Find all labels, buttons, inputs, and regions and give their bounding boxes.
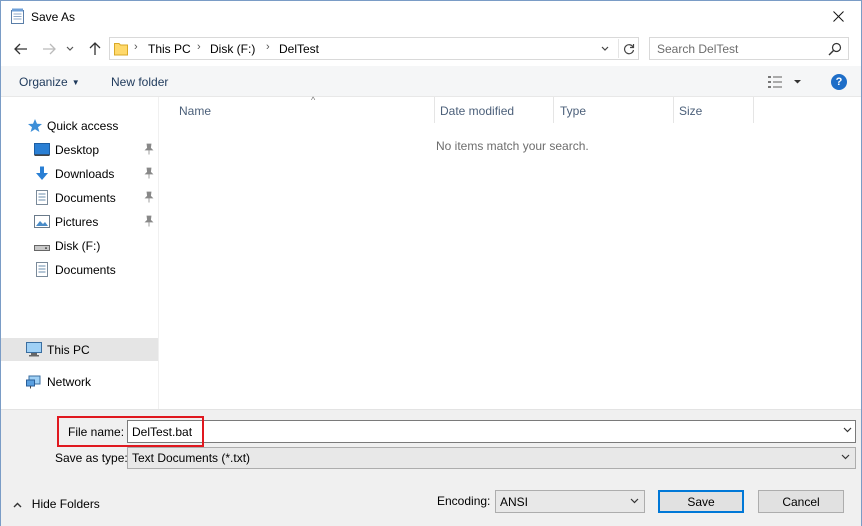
- column-label: Date modified: [440, 104, 515, 118]
- file-list[interactable]: ^ Name Date modified Type Size No items …: [161, 95, 861, 409]
- save-as-dialog: Save As › This PC › Disk (F:) › DelTest …: [0, 0, 862, 526]
- arrow-right-icon: [43, 43, 56, 55]
- nav-label: Network: [47, 375, 92, 389]
- save-type-select[interactable]: Text Documents (*.txt): [127, 447, 856, 469]
- search-icon: [828, 42, 842, 56]
- nav-label: Desktop: [55, 143, 100, 157]
- pin-icon: [144, 143, 154, 155]
- column-label: Name: [179, 104, 212, 118]
- breadcrumb-disk[interactable]: Disk (F:): [210, 42, 255, 56]
- star-icon: [28, 119, 42, 132]
- nav-label: Pictures: [55, 215, 99, 229]
- save-type-label: Save as type:: [55, 451, 128, 465]
- nav-item-documents-2[interactable]: Documents: [1, 258, 158, 281]
- pin-icon: [144, 191, 154, 203]
- chevron-right-icon: ›: [197, 41, 201, 53]
- chevron-up-icon: [13, 500, 25, 511]
- chevron-right-icon: ›: [134, 41, 138, 53]
- chevron-down-icon: [66, 46, 74, 51]
- cancel-button[interactable]: Cancel: [758, 490, 844, 513]
- network-icon: [26, 375, 41, 389]
- column-header-type[interactable]: Type: [554, 97, 674, 123]
- address-dropdown-icon[interactable]: [597, 41, 613, 57]
- sort-ascending-icon: ^: [311, 95, 316, 105]
- refresh-icon: [623, 43, 634, 54]
- highlight-annotation: [57, 416, 204, 447]
- window-title: Save As: [31, 10, 76, 24]
- address-bar[interactable]: › This PC › Disk (F:) › DelTest: [109, 37, 639, 60]
- nav-item-pictures[interactable]: Pictures: [1, 210, 158, 233]
- change-view-button[interactable]: [767, 74, 807, 90]
- search-input[interactable]: Search DelTest: [649, 37, 849, 60]
- chevron-right-icon: ›: [266, 41, 270, 53]
- up-button[interactable]: [84, 38, 106, 60]
- breadcrumb-this-pc[interactable]: This PC: [148, 42, 191, 56]
- title-bar: Save As: [1, 1, 861, 32]
- save-options-panel: File name: DelTest.bat Save as type: Tex…: [1, 409, 861, 526]
- hide-folders-button[interactable]: Hide Folders: [13, 497, 100, 511]
- nav-item-desktop[interactable]: Desktop: [1, 138, 158, 161]
- documents-icon: [36, 190, 48, 205]
- column-label: Size: [679, 104, 703, 118]
- pictures-icon: [34, 215, 50, 228]
- column-header-date[interactable]: Date modified: [434, 97, 554, 123]
- empty-message: No items match your search.: [436, 139, 589, 153]
- encoding-label: Encoding:: [437, 494, 491, 508]
- nav-label: Documents: [55, 263, 116, 277]
- chevron-down-icon: [841, 452, 850, 462]
- nav-label: This PC: [47, 343, 90, 357]
- save-type-value: Text Documents (*.txt): [132, 451, 251, 465]
- pin-icon: [144, 167, 154, 179]
- details-view-icon: [768, 76, 801, 88]
- close-button[interactable]: [815, 1, 861, 32]
- nav-item-downloads[interactable]: Downloads: [1, 162, 158, 185]
- nav-this-pc[interactable]: This PC: [1, 338, 158, 361]
- file-name-input[interactable]: DelTest.bat: [127, 420, 856, 443]
- nav-label: Downloads: [55, 167, 115, 181]
- help-button[interactable]: ?: [831, 74, 847, 90]
- navigation-pane: Quick access Desktop Downloads Documents…: [1, 97, 159, 409]
- close-icon: [832, 11, 844, 22]
- encoding-select[interactable]: ANSI: [495, 490, 645, 513]
- back-button[interactable]: [10, 38, 32, 60]
- breadcrumb-deltest[interactable]: DelTest: [279, 42, 319, 56]
- arrow-left-icon: [14, 43, 27, 55]
- folder-icon: [114, 43, 128, 56]
- organize-label: Organize: [19, 75, 68, 89]
- pin-icon: [144, 215, 154, 227]
- encoding-value: ANSI: [500, 495, 529, 509]
- column-header-size[interactable]: Size: [673, 97, 754, 123]
- save-button[interactable]: Save: [658, 490, 744, 513]
- download-icon: [36, 166, 48, 180]
- help-icon: ?: [835, 76, 843, 88]
- forward-button[interactable]: [38, 38, 60, 60]
- refresh-button[interactable]: [618, 39, 638, 58]
- column-header-name[interactable]: ^ Name: [173, 95, 435, 123]
- chevron-down-icon: [630, 496, 639, 506]
- nav-network[interactable]: Network: [1, 370, 158, 393]
- documents-icon: [36, 262, 48, 277]
- nav-label: Documents: [55, 191, 116, 205]
- nav-item-documents[interactable]: Documents: [1, 186, 158, 209]
- nav-quick-access[interactable]: Quick access: [1, 114, 158, 137]
- organize-button[interactable]: Organize ▼: [19, 75, 80, 89]
- recent-locations-button[interactable]: [63, 38, 77, 60]
- nav-item-disk[interactable]: Disk (F:): [1, 234, 158, 257]
- column-label: Type: [560, 104, 587, 118]
- search-placeholder: Search DelTest: [657, 42, 739, 56]
- computer-icon: [26, 342, 42, 357]
- caret-down-icon: ▼: [71, 78, 80, 87]
- desktop-icon: [34, 143, 50, 156]
- drive-icon: [34, 245, 50, 251]
- address-row: › This PC › Disk (F:) › DelTest Search D…: [1, 32, 861, 66]
- arrow-up-icon: [89, 42, 101, 55]
- nav-label: Quick access: [47, 119, 119, 133]
- command-bar: Organize ▼ New folder ?: [1, 66, 861, 97]
- chevron-down-icon[interactable]: [843, 425, 852, 435]
- hide-folders-label: Hide Folders: [31, 497, 100, 511]
- new-folder-button[interactable]: New folder: [111, 75, 168, 89]
- nav-label: Disk (F:): [55, 239, 101, 253]
- notepad-icon: [11, 8, 24, 24]
